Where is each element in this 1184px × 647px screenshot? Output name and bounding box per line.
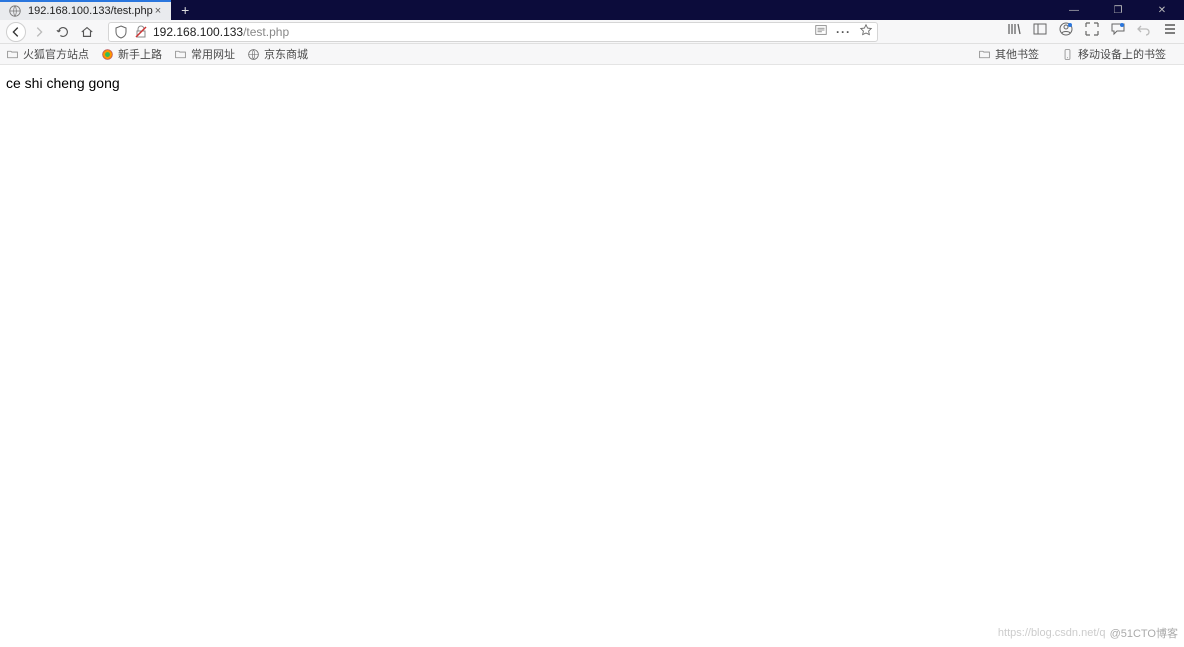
bookmark-common-urls[interactable]: 常用网址 [174, 46, 235, 62]
window-controls: — ❐ ✕ [1052, 0, 1184, 20]
bookmark-star-icon[interactable] [859, 23, 873, 40]
reload-button[interactable] [52, 21, 74, 43]
reader-mode-icon[interactable] [814, 23, 828, 40]
window-minimize-button[interactable]: — [1052, 0, 1096, 20]
page-text: ce shi cheng gong [6, 75, 120, 91]
tab-close-icon[interactable]: × [153, 5, 163, 17]
bookmark-label: 火狐官方站点 [23, 46, 89, 62]
toolbar-right [1006, 21, 1178, 42]
insecure-lock-icon[interactable] [133, 24, 149, 40]
comment-icon[interactable] [1110, 21, 1126, 42]
bookmarks-bar: 火狐官方站点 新手上路 常用网址 京东商城 其他书签 移动设备上的书签 [0, 44, 1184, 65]
bookmark-getting-started[interactable]: 新手上路 [101, 46, 162, 62]
bookmark-label: 京东商城 [264, 46, 308, 62]
bookmark-label: 其他书签 [995, 46, 1039, 62]
window-maximize-button[interactable]: ❐ [1096, 0, 1140, 20]
other-bookmarks[interactable]: 其他书签 [978, 46, 1039, 62]
back-button[interactable] [6, 22, 26, 42]
globe-icon [8, 4, 22, 18]
mobile-icon [1061, 48, 1074, 61]
bookmark-label: 新手上路 [118, 46, 162, 62]
title-bar: 192.168.100.133/test.php × + — ❐ ✕ [0, 0, 1184, 20]
home-button[interactable] [76, 21, 98, 43]
bookmark-label: 常用网址 [191, 46, 235, 62]
sidebar-toggle-icon[interactable] [1032, 21, 1048, 42]
watermark-url: https://blog.csdn.net/q [998, 627, 1106, 639]
page-content: ce shi cheng gong [0, 65, 1184, 103]
page-actions-icon[interactable]: ··· [836, 25, 851, 39]
bookmarks-bar-right: 其他书签 移动设备上的书签 [978, 46, 1178, 62]
navigation-toolbar: 192.168.100.133/test.php ··· [0, 20, 1184, 44]
bookmark-jd-mall[interactable]: 京东商城 [247, 46, 308, 62]
firefox-icon [101, 48, 114, 61]
browser-tab[interactable]: 192.168.100.133/test.php × [0, 0, 171, 20]
tab-title: 192.168.100.133/test.php [28, 5, 153, 17]
screenshot-icon[interactable] [1084, 21, 1100, 42]
folder-icon [174, 48, 187, 61]
url-path: /test.php [243, 25, 289, 39]
new-tab-button[interactable]: + [171, 0, 199, 20]
bookmark-label: 移动设备上的书签 [1078, 46, 1166, 62]
url-host: 192.168.100.133 [153, 25, 243, 39]
watermark: https://blog.csdn.net/q @51CTO博客 [998, 625, 1178, 641]
menu-icon[interactable] [1162, 21, 1178, 42]
account-icon[interactable] [1058, 21, 1074, 42]
folder-icon [978, 48, 991, 61]
folder-icon [6, 48, 19, 61]
forward-button[interactable] [28, 21, 50, 43]
mobile-bookmarks[interactable]: 移动设备上的书签 [1061, 46, 1166, 62]
url-bar[interactable]: 192.168.100.133/test.php ··· [108, 22, 878, 42]
watermark-author: @51CTO博客 [1110, 625, 1178, 641]
window-close-button[interactable]: ✕ [1140, 0, 1184, 20]
undo-icon[interactable] [1136, 21, 1152, 42]
urlbar-right: ··· [814, 23, 873, 40]
shield-icon[interactable] [113, 24, 129, 40]
bookmark-firefox-official[interactable]: 火狐官方站点 [6, 46, 89, 62]
library-icon[interactable] [1006, 21, 1022, 42]
globe-icon [247, 48, 260, 61]
